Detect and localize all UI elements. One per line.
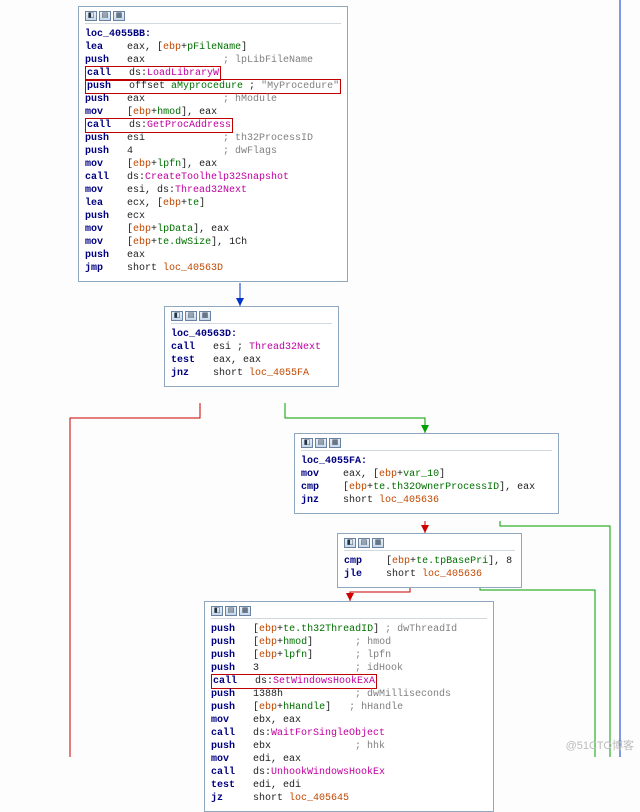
basic-block-setwindowshook[interactable]: ◧▤▦ push [ebp+te.th32ThreadID] ; dwThrea… bbox=[204, 601, 494, 812]
asm-line[interactable]: push 1388h ; dwMilliseconds bbox=[211, 688, 487, 701]
asm-line[interactable]: push eax bbox=[85, 249, 341, 262]
block-label: loc_40563D: bbox=[171, 328, 332, 341]
asm-line[interactable]: call ds:GetProcAddress bbox=[85, 119, 341, 132]
basic-block-4055FA[interactable]: ◧▤▦ loc_4055FA:mov eax, [ebp+var_10]cmp … bbox=[294, 433, 559, 514]
block-label: loc_4055BB: bbox=[85, 28, 341, 41]
asm-line[interactable]: push [ebp+te.th32ThreadID] ; dwThreadId bbox=[211, 623, 487, 636]
basic-block-4055BB[interactable]: ◧▤▦ loc_4055BB:lea eax, [ebp+pFileName] p… bbox=[78, 6, 348, 282]
asm-line[interactable]: push 4 ; dwFlags bbox=[85, 145, 341, 158]
asm-line[interactable]: test edi, edi bbox=[211, 779, 487, 792]
asm-line[interactable]: jnz short loc_4055FA bbox=[171, 367, 332, 380]
asm-line[interactable]: mov eax, [ebp+var_10] bbox=[301, 468, 552, 481]
asm-line[interactable]: jz short loc_405645 bbox=[211, 792, 487, 805]
asm-line[interactable]: push [ebp+hmod] ; hmod bbox=[211, 636, 487, 649]
asm-line[interactable]: mov [ebp+te.dwSize], 1Ch bbox=[85, 236, 341, 249]
asm-line[interactable]: mov ebx, eax bbox=[211, 714, 487, 727]
asm-line[interactable]: mov esi, ds:Thread32Next bbox=[85, 184, 341, 197]
asm-line[interactable]: push eax ; hModule bbox=[85, 93, 341, 106]
asm-line[interactable]: push offset aMyprocedure ; "MyProcedure" bbox=[85, 80, 341, 93]
basic-block-cmp-basepri[interactable]: ◧▤▦ cmp [ebp+te.tpBasePri], 8jle short l… bbox=[337, 533, 522, 588]
asm-line[interactable]: mov edi, eax bbox=[211, 753, 487, 766]
asm-line[interactable]: call ds:UnhookWindowsHookEx bbox=[211, 766, 487, 779]
node-titlebar: ◧▤▦ bbox=[301, 438, 552, 451]
asm-line[interactable]: test eax, eax bbox=[171, 354, 332, 367]
asm-line[interactable]: jle short loc_405636 bbox=[344, 568, 515, 581]
asm-line[interactable]: mov [ebp+lpData], eax bbox=[85, 223, 341, 236]
asm-line[interactable]: call ds:CreateToolhelp32Snapshot bbox=[85, 171, 341, 184]
asm-line[interactable]: cmp [ebp+te.tpBasePri], 8 bbox=[344, 555, 515, 568]
asm-line[interactable]: push ecx bbox=[85, 210, 341, 223]
node-titlebar: ◧▤▦ bbox=[85, 11, 341, 24]
asm-line[interactable]: push esi ; th32ProcessID bbox=[85, 132, 341, 145]
node-titlebar: ◧▤▦ bbox=[211, 606, 487, 619]
asm-line[interactable]: cmp [ebp+te.th32OwnerProcessID], eax bbox=[301, 481, 552, 494]
asm-line[interactable]: push ebx ; hhk bbox=[211, 740, 487, 753]
asm-line[interactable]: mov [ebp+lpfn], eax bbox=[85, 158, 341, 171]
basic-block-40563D[interactable]: ◧▤▦ loc_40563D:call esi ; Thread32Nextte… bbox=[164, 306, 339, 387]
asm-line[interactable]: lea eax, [ebp+pFileName] bbox=[85, 41, 341, 54]
asm-line[interactable]: lea ecx, [ebp+te] bbox=[85, 197, 341, 210]
asm-line[interactable]: push [ebp+lpfn] ; lpfn bbox=[211, 649, 487, 662]
asm-line[interactable]: push [ebp+hHandle] ; hHandle bbox=[211, 701, 487, 714]
asm-line[interactable]: call ds:SetWindowsHookExA bbox=[211, 675, 487, 688]
node-titlebar: ◧▤▦ bbox=[344, 538, 515, 551]
node-titlebar: ◧▤▦ bbox=[171, 311, 332, 324]
asm-line[interactable]: jnz short loc_405636 bbox=[301, 494, 552, 507]
watermark: @51CTO博客 bbox=[566, 737, 634, 753]
asm-line[interactable]: call esi ; Thread32Next bbox=[171, 341, 332, 354]
asm-line[interactable]: call ds:WaitForSingleObject bbox=[211, 727, 487, 740]
asm-line[interactable]: jmp short loc_40563D bbox=[85, 262, 341, 275]
block-label: loc_4055FA: bbox=[301, 455, 552, 468]
